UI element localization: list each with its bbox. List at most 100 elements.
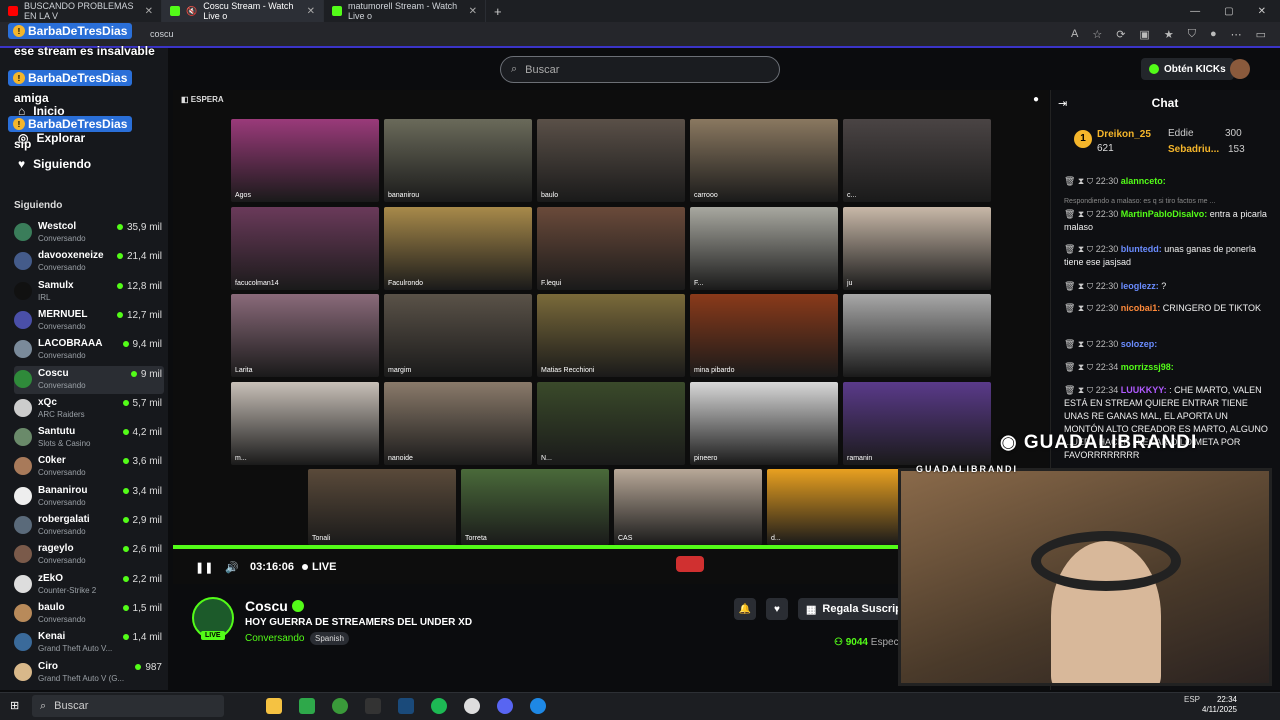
participant-tile[interactable]	[843, 294, 991, 377]
channel-item[interactable]: baulo Conversando 1,5 mil	[14, 600, 164, 628]
leader-name[interactable]: Eddie	[1168, 128, 1194, 139]
message-user[interactable]: leoglezz:	[1121, 281, 1159, 291]
channel-item[interactable]: MERNUEL Conversando 12,7 mil	[14, 307, 164, 335]
mod-icons[interactable]: 🗑 ⧗ ⛉	[1064, 385, 1096, 395]
participant-tile[interactable]: Torreta	[461, 469, 609, 545]
mod-icons[interactable]: 🗑 ⧗ ⛉	[1064, 303, 1096, 313]
participant-tile[interactable]: Larita	[231, 294, 379, 377]
address-bar[interactable]: coscu A ☆ ⟳ ▣ ★ ⛉ ● ⋯ ▭	[0, 22, 1280, 48]
stream-category[interactable]: Conversando	[245, 633, 304, 644]
channel-item[interactable]: robergalati Conversando 2,9 mil	[14, 512, 164, 540]
language-tag[interactable]: Spanish	[310, 632, 349, 645]
message-user[interactable]: nicobai1:	[1121, 303, 1161, 313]
pause-button[interactable]: ❚❚	[195, 561, 213, 574]
channel-item[interactable]: xQc ARC Raiders 5,7 mil	[14, 395, 164, 423]
mod-icons[interactable]: 🗑 ⧗ ⛉	[1064, 281, 1096, 291]
language-indicator[interactable]: ESP	[1184, 695, 1200, 704]
taskbar-search-input[interactable]: ⌕ Buscar	[32, 695, 224, 717]
participant-tile[interactable]: CAS	[614, 469, 762, 545]
channel-item[interactable]: zEkO Counter-Strike 2 2,2 mil	[14, 571, 164, 599]
channel-item[interactable]: Westcol Conversando 35,9 mil	[14, 219, 164, 247]
url-text[interactable]: coscu	[150, 29, 174, 39]
participant-tile[interactable]: F.lequi	[537, 206, 685, 290]
channel-item[interactable]: Coscu Conversando 9 mil	[14, 365, 164, 394]
xbox-icon[interactable]	[332, 698, 348, 714]
read-aloud-icon[interactable]: A	[1071, 28, 1078, 41]
channel-item[interactable]: Bananirou Conversando 3,4 mil	[14, 483, 164, 511]
chat-message[interactable]: 🗑 ⧗ ⛉ 22:34 morrizssj98:	[1064, 361, 1269, 374]
message-user[interactable]: MartinPabloDisalvo:	[1121, 209, 1208, 219]
file-explorer-icon[interactable]	[266, 698, 282, 714]
participant-tile[interactable]: facucolman14	[231, 206, 379, 290]
participant-tile[interactable]: Faculrondo	[384, 206, 532, 290]
chat-message[interactable]: 🗑 ⧗ ⛉ 22:30 alannceto:	[1064, 175, 1269, 188]
nav-siguiendo[interactable]: ♥ Siguiendo	[18, 157, 91, 171]
profile-icon[interactable]: ●	[1210, 28, 1217, 41]
participant-tile[interactable]: Matias Recchioni	[537, 294, 685, 377]
chat-message[interactable]: 🗑 ⧗ ⛉ 22:30 leoglezz: ?	[1064, 280, 1269, 293]
message-user[interactable]: bluntedd:	[1121, 244, 1162, 254]
favorites-icon[interactable]: ★	[1164, 28, 1174, 41]
leader-name[interactable]: Sebadriu...	[1168, 144, 1219, 155]
participant-tile[interactable]: c...	[843, 119, 991, 202]
spotify-icon[interactable]	[431, 698, 447, 714]
progress-bar[interactable]	[173, 545, 901, 549]
participant-tile[interactable]: Agos	[231, 119, 379, 202]
mute-icon[interactable]: 🔇	[186, 6, 197, 17]
participant-tile[interactable]: carrooo	[690, 119, 838, 202]
streamer-name[interactable]: Coscu	[245, 598, 288, 614]
channel-item[interactable]: Santutu Slots & Casino 4,2 mil	[14, 424, 164, 452]
participant-tile[interactable]: margim	[384, 294, 532, 377]
chat-message[interactable]: 🗑 ⧗ ⛉ 22:30 nicobai1: CRINGERO DE TIKTOK	[1064, 302, 1269, 315]
maximize-button[interactable]: ▢	[1224, 6, 1233, 17]
browser-tab-2[interactable]: 🔇 Coscu Stream - Watch Live o ✕	[162, 0, 324, 22]
epic-games-icon[interactable]	[365, 698, 381, 714]
participant-tile[interactable]: d...	[767, 469, 915, 545]
discord-icon[interactable]	[497, 698, 513, 714]
sidebar-icon[interactable]: ▭	[1256, 28, 1266, 41]
participant-tile[interactable]: F...	[690, 206, 838, 290]
mod-icons[interactable]: 🗑 ⧗ ⛉	[1064, 209, 1096, 219]
follow-heart-button[interactable]: ♥	[766, 598, 788, 620]
refresh-icon[interactable]: ⟳	[1116, 28, 1125, 41]
message-user[interactable]: morrizssj98:	[1121, 362, 1174, 372]
participant-tile[interactable]: pineero	[690, 381, 838, 465]
chat-bubble-icon[interactable]: ●	[1033, 94, 1039, 105]
channel-item[interactable]: LACOBRAAA Conversando 9,4 mil	[14, 336, 164, 364]
minimize-button[interactable]: —	[1190, 6, 1200, 17]
leader-name[interactable]: Dreikon_25	[1097, 129, 1151, 140]
windows-start-icon[interactable]: ⊞	[10, 699, 19, 712]
favorite-star-icon[interactable]: ☆	[1092, 28, 1102, 41]
close-tab-icon[interactable]: ✕	[307, 6, 315, 17]
mod-icons[interactable]: 🗑 ⧗ ⛉	[1064, 339, 1096, 349]
participant-tile[interactable]: m...	[231, 381, 379, 465]
participant-tile[interactable]: baulo	[537, 119, 685, 202]
participant-tile[interactable]: ju	[843, 206, 991, 290]
steam-icon[interactable]	[398, 698, 414, 714]
shield-icon[interactable]: ⛉	[1188, 28, 1196, 41]
participant-tile[interactable]: nanoide	[384, 381, 532, 465]
channel-item[interactable]: davooxeneize Conversando 21,4 mil	[14, 248, 164, 276]
channel-item[interactable]: Samulx IRL 12,8 mil	[14, 278, 164, 306]
browser-tab-1[interactable]: BUSCANDO PROBLEMAS EN LA V ✕	[0, 0, 162, 22]
chat-message[interactable]: 🗑 ⧗ ⛉ 22:30 solozep:	[1064, 338, 1269, 351]
chat-message[interactable]: 🗑 ⧗ ⛉ 22:30 bluntedd: unas ganas de pone…	[1064, 243, 1269, 269]
participant-tile[interactable]: Tonali	[308, 469, 456, 545]
search-input[interactable]: ⌕ Buscar	[500, 56, 780, 83]
channel-item[interactable]: Ciro Grand Theft Auto V (G... 987	[14, 659, 164, 687]
more-icon[interactable]: ⋯	[1231, 28, 1242, 41]
app-icon[interactable]	[299, 698, 315, 714]
mod-icons[interactable]: 🗑 ⧗ ⛉	[1064, 244, 1096, 254]
channel-item[interactable]: rageylo Conversando 2,6 mil	[14, 541, 164, 569]
new-tab-button[interactable]: +	[494, 4, 502, 19]
volume-icon[interactable]: 🔊	[225, 561, 239, 574]
mod-icons[interactable]: 🗑 ⧗ ⛉	[1064, 176, 1096, 186]
channel-item[interactable]: C0ker Conversando 3,6 mil	[14, 453, 164, 481]
edge-icon[interactable]	[530, 698, 546, 714]
participant-tile[interactable]: ramanin	[843, 381, 991, 465]
message-user[interactable]: solozep:	[1121, 339, 1158, 349]
obs-icon[interactable]	[464, 698, 480, 714]
participant-tile[interactable]: mina pibardo	[690, 294, 838, 377]
close-tab-icon[interactable]: ✕	[145, 6, 153, 17]
chat-message[interactable]: 🗑 ⧗ ⛉ 22:30 MartinPabloDisalvo: entra a …	[1064, 208, 1269, 234]
